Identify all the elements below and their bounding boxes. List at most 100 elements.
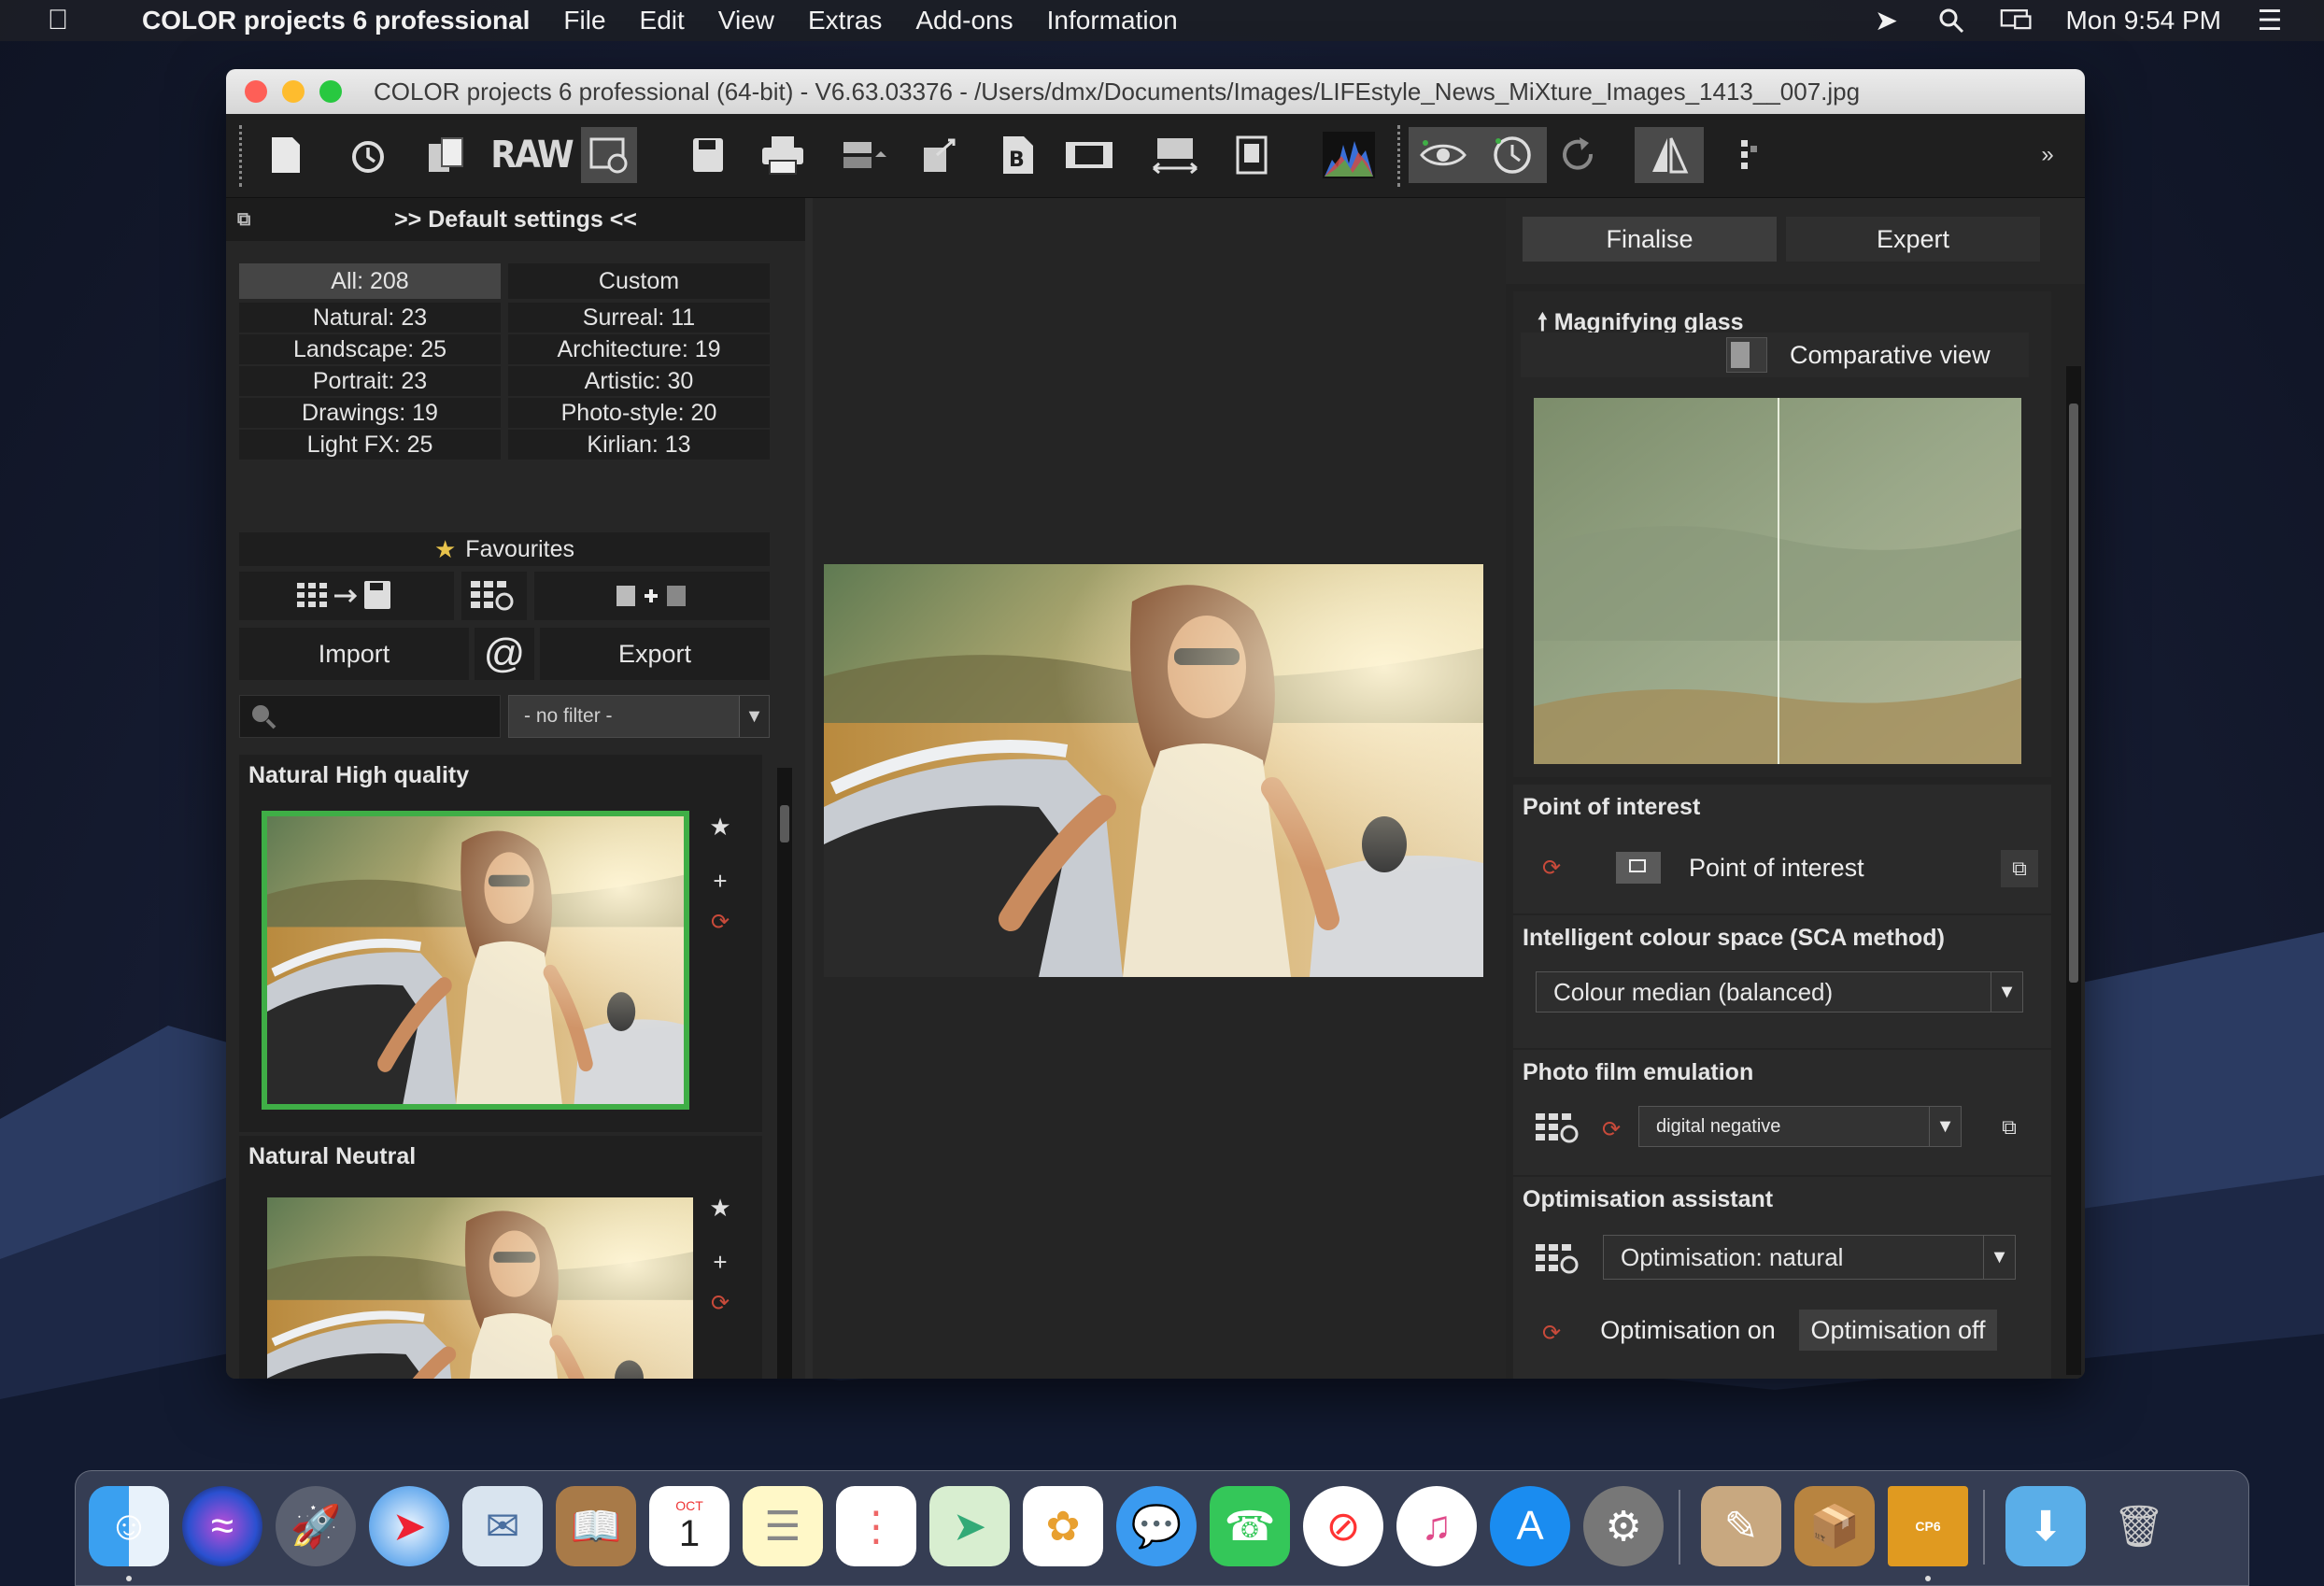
menu-extras[interactable]: Extras <box>808 6 882 35</box>
copy-settings-icon[interactable]: ⧉ <box>2001 850 2038 887</box>
refresh-icon[interactable]: ⟳ <box>1597 1115 1625 1143</box>
share-icon[interactable] <box>914 127 970 183</box>
menu-edit[interactable]: Edit <box>640 6 685 35</box>
notification-center-icon[interactable]: ☰ <box>2253 6 2287 36</box>
preset-thumbnail-selected[interactable] <box>262 811 689 1110</box>
import-button[interactable]: Import <box>239 628 469 680</box>
dock-safari-icon[interactable]: ➤ <box>369 1486 449 1566</box>
dock-archive-icon[interactable]: 📦 <box>1794 1486 1875 1566</box>
dock-mail-icon[interactable]: ✉ <box>462 1486 543 1566</box>
preset-card-natural-high-quality[interactable]: Natural High quality ★ + ⟳ <box>239 755 762 1132</box>
menu-information[interactable]: Information <box>1047 6 1178 35</box>
merge-presets-button[interactable] <box>534 572 770 620</box>
sca-method-select[interactable]: Colour median (balanced) ▼ <box>1536 971 2023 1012</box>
dock-finder-icon[interactable]: ☺ <box>89 1486 169 1566</box>
add-icon[interactable]: + <box>706 1248 734 1276</box>
dock-launchpad-icon[interactable]: 🚀 <box>276 1486 356 1566</box>
category-custom[interactable]: Custom <box>508 263 770 299</box>
menu-view[interactable]: View <box>718 6 774 35</box>
refresh-icon[interactable]: ⟳ <box>1538 1319 1566 1347</box>
film-settings-icon[interactable]: ⧉ <box>1995 1113 2023 1141</box>
dock-system-preferences-icon[interactable]: ⚙ <box>1583 1486 1664 1566</box>
optimisation-select[interactable]: Optimisation: natural ▼ <box>1603 1235 2016 1280</box>
preset-search-input[interactable] <box>239 695 501 738</box>
category-artistic[interactable]: Artistic: 30 <box>508 366 770 396</box>
category-portrait[interactable]: Portrait: 23 <box>239 366 501 396</box>
refresh-icon[interactable]: ⟳ <box>706 908 734 936</box>
save-icon[interactable] <box>680 127 736 183</box>
dock-downloads-folder-icon[interactable]: ⬇ <box>2005 1486 2086 1566</box>
optimisation-off-button[interactable]: Optimisation off <box>1799 1310 1997 1351</box>
film-grid-search-icon[interactable] <box>1534 1108 1584 1149</box>
redo-icon[interactable] <box>1551 127 1607 183</box>
more-dots-icon[interactable] <box>1721 127 1777 183</box>
dock-app-store-icon[interactable]: A <box>1490 1486 1570 1566</box>
point-of-interest-button[interactable]: Point of interest <box>1588 844 1999 891</box>
dock-pixelmator-icon[interactable]: ✎ <box>1701 1486 1781 1566</box>
category-kirlian[interactable]: Kirlian: 13 <box>508 430 770 460</box>
dock-facetime-icon[interactable]: ☎ <box>1210 1486 1290 1566</box>
tab-expert[interactable]: Expert <box>1786 217 2040 262</box>
raw-button[interactable]: RAW <box>490 127 574 183</box>
preview-eye-icon[interactable] <box>1409 127 1478 183</box>
main-photo-preview[interactable] <box>824 564 1483 977</box>
zoom-window-button[interactable] <box>319 80 342 103</box>
adjustments-scrollbar[interactable] <box>2066 366 2081 1375</box>
airplay-display-icon[interactable] <box>2000 7 2034 35</box>
close-window-button[interactable] <box>245 80 267 103</box>
dock-maps-icon[interactable]: ➤ <box>929 1486 1010 1566</box>
export-button[interactable]: Export <box>540 628 770 680</box>
dock-calendar-icon[interactable]: OCT 1 <box>649 1486 730 1566</box>
export-layers-icon[interactable] <box>837 127 893 183</box>
category-all[interactable]: All: 208 <box>239 263 501 299</box>
tab-finalise[interactable]: Finalise <box>1523 217 1777 262</box>
dock-siri-icon[interactable]: ≈ <box>182 1486 262 1566</box>
auto-timer-icon[interactable] <box>1478 127 1547 183</box>
preset-thumbnail[interactable] <box>267 1197 693 1379</box>
history-icon[interactable] <box>340 127 396 183</box>
dock-reminders-icon[interactable]: ⋮ <box>836 1486 916 1566</box>
category-architecture[interactable]: Architecture: 19 <box>508 334 770 364</box>
magnifier-preview[interactable] <box>1534 398 2021 764</box>
category-surreal[interactable]: Surreal: 11 <box>508 303 770 333</box>
spotlight-search-icon[interactable] <box>1934 7 1968 35</box>
chevron-down-icon[interactable]: ▼ <box>1983 1236 2015 1279</box>
optimisation-on-button[interactable]: Optimisation on <box>1590 1310 1786 1351</box>
category-drawings[interactable]: Drawings: 19 <box>239 398 501 428</box>
filter-select[interactable]: - no filter - ▼ <box>508 695 770 738</box>
preset-card-natural-neutral[interactable]: Natural Neutral ★ + ⟳ <box>239 1136 762 1379</box>
location-icon[interactable]: ➤ <box>1869 6 1903 36</box>
resize-icon[interactable] <box>1147 127 1203 183</box>
chevron-down-icon[interactable]: ▼ <box>1929 1107 1961 1146</box>
filmstrip-icon[interactable] <box>1061 127 1117 183</box>
menu-addons[interactable]: Add-ons <box>915 6 1013 35</box>
dock-color-projects-icon[interactable]: CP6 <box>1888 1486 1968 1566</box>
apple-menu-icon[interactable]:  <box>37 5 78 36</box>
chevron-down-icon[interactable]: ▼ <box>739 696 769 737</box>
favourites-button[interactable]: ★ Favourites <box>239 532 770 566</box>
compare-split-icon[interactable] <box>1635 127 1704 183</box>
histogram-icon[interactable] <box>1321 127 1377 183</box>
grid-search-icon[interactable] <box>461 572 527 620</box>
batch-files-icon[interactable] <box>418 127 475 183</box>
category-light-fx[interactable]: Light FX: 25 <box>239 430 501 460</box>
menubar-clock[interactable]: Mon 9:54 PM <box>2065 6 2221 35</box>
chevron-down-icon[interactable]: ▼ <box>1991 972 2022 1012</box>
dock-messages-icon[interactable]: 💬 <box>1116 1486 1197 1566</box>
category-landscape[interactable]: Landscape: 25 <box>239 334 501 364</box>
preset-list-scrollbar[interactable] <box>777 768 792 1379</box>
comparative-view-toggle[interactable]: Comparative view <box>1521 333 2029 377</box>
menu-app-name[interactable]: COLOR projects 6 professional <box>142 6 530 35</box>
category-photo-style[interactable]: Photo-style: 20 <box>508 398 770 428</box>
save-grid-preset-button[interactable] <box>239 572 454 620</box>
menu-file[interactable]: File <box>563 6 605 35</box>
favourite-star-icon[interactable]: ★ <box>706 1194 734 1222</box>
dock-notes-icon[interactable]: ☰ <box>743 1486 823 1566</box>
print-icon[interactable] <box>755 127 811 183</box>
add-icon[interactable]: + <box>706 867 734 895</box>
dock-trash-icon[interactable]: 🗑 <box>2099 1486 2179 1566</box>
dock-itunes-icon[interactable]: ♫ <box>1396 1486 1477 1566</box>
toolbar-grip-handle-2[interactable] <box>1397 125 1403 187</box>
page-layout-icon[interactable] <box>1224 127 1280 183</box>
new-document-icon[interactable] <box>258 127 314 183</box>
